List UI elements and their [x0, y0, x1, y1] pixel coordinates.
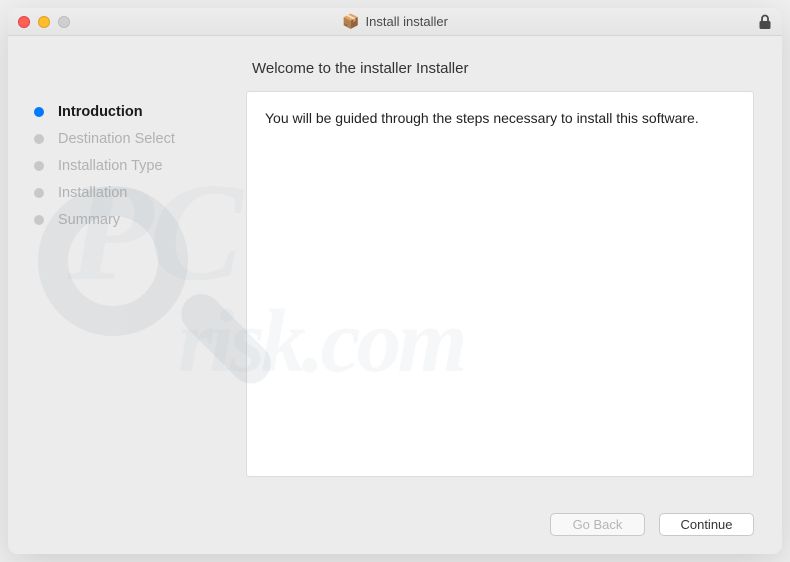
step-dot-icon [34, 134, 44, 144]
continue-button[interactable]: Continue [659, 513, 754, 536]
step-introduction: Introduction [34, 104, 218, 120]
minimize-window-button[interactable] [38, 16, 50, 28]
step-label: Destination Select [58, 131, 175, 147]
body-area: PCrisk.com Introduction Destination Sele… [8, 36, 782, 497]
step-label: Installation [58, 185, 127, 201]
package-icon: 📦 [342, 13, 359, 30]
step-label: Installation Type [58, 158, 163, 174]
step-summary: Summary [34, 212, 218, 228]
page-title: Welcome to the installer Installer [252, 60, 754, 77]
step-dot-icon [34, 161, 44, 171]
content-panel: You will be guided through the steps nec… [246, 91, 754, 477]
go-back-button: Go Back [550, 513, 645, 536]
window-title-text: Install installer [366, 14, 448, 29]
step-destination-select: Destination Select [34, 131, 218, 147]
step-dot-icon [34, 215, 44, 225]
step-sidebar: Introduction Destination Select Installa… [8, 36, 236, 497]
step-label: Summary [58, 212, 120, 228]
window-title: 📦 Install installer [8, 13, 782, 30]
close-window-button[interactable] [18, 16, 30, 28]
lock-button[interactable] [758, 14, 772, 30]
step-dot-icon [34, 107, 44, 117]
step-installation-type: Installation Type [34, 158, 218, 174]
step-installation: Installation [34, 185, 218, 201]
zoom-window-button [58, 16, 70, 28]
button-row: Go Back Continue [8, 497, 782, 554]
body-text: You will be guided through the steps nec… [265, 110, 699, 126]
main-content: Welcome to the installer Installer You w… [236, 36, 782, 497]
step-list: Introduction Destination Select Installa… [34, 104, 218, 228]
lock-icon [758, 14, 772, 30]
step-label: Introduction [58, 104, 143, 120]
step-dot-icon [34, 188, 44, 198]
installer-window: 📦 Install installer PCrisk.com Introduct… [8, 8, 782, 554]
titlebar[interactable]: 📦 Install installer [8, 8, 782, 36]
window-controls [18, 16, 70, 28]
